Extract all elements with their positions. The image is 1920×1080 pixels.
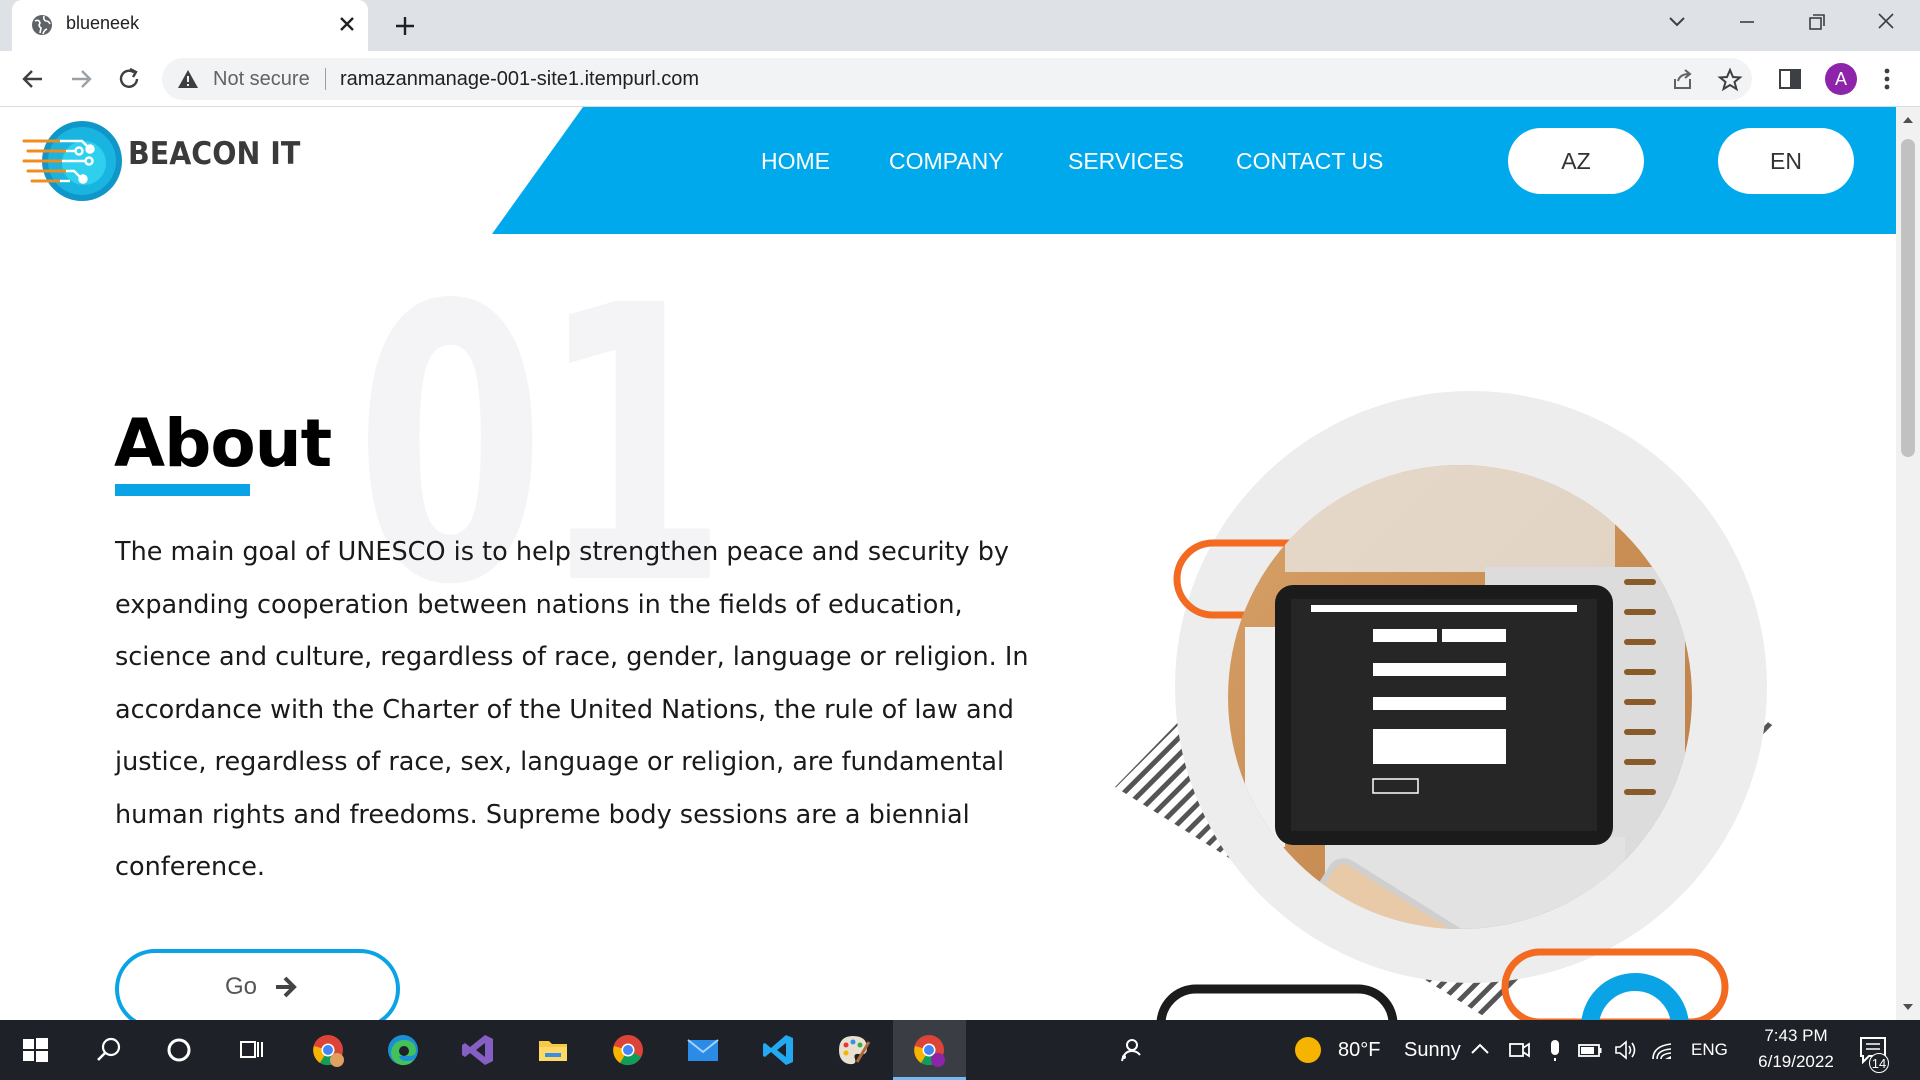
weather-description[interactable]: Sunny xyxy=(1404,1039,1461,1062)
people-icon[interactable] xyxy=(1112,1032,1148,1068)
close-tab-icon[interactable] xyxy=(334,11,360,37)
chrome-active-profile-icon[interactable] xyxy=(911,1032,947,1068)
bookmark-star-icon[interactable] xyxy=(1717,67,1743,93)
microphone-icon[interactable] xyxy=(1541,1032,1569,1068)
tab-strip: blueneek xyxy=(0,0,1920,51)
minimize-icon[interactable] xyxy=(1729,8,1765,36)
cortana-icon[interactable] xyxy=(161,1032,197,1068)
reload-icon[interactable] xyxy=(113,63,145,95)
about-description: The main goal of UNESCO is to help stren… xyxy=(115,537,1029,882)
restore-icon[interactable] xyxy=(1798,8,1834,36)
menu-kebab-icon[interactable] xyxy=(1872,64,1902,94)
notification-count-badge[interactable]: 14 xyxy=(1869,1053,1889,1073)
scroll-up-icon[interactable] xyxy=(1902,115,1914,125)
chrome-profile-icon[interactable] xyxy=(310,1032,346,1068)
nav-home[interactable]: HOME xyxy=(761,148,830,175)
scroll-down-icon[interactable] xyxy=(1902,1002,1914,1012)
omnibox-divider xyxy=(325,68,326,90)
paint-icon[interactable] xyxy=(835,1032,871,1068)
weather-sun-icon[interactable] xyxy=(1290,1032,1326,1068)
chevron-up-icon[interactable] xyxy=(1466,1032,1494,1068)
nav-services[interactable]: SERVICES xyxy=(1068,148,1184,175)
vscode-icon[interactable] xyxy=(760,1032,796,1068)
share-icon[interactable] xyxy=(1670,67,1696,93)
task-view-icon[interactable] xyxy=(233,1032,269,1068)
windows-taskbar: 80°F Sunny ENG 7:43 PM 6/19/2022 14 xyxy=(0,1020,1920,1080)
forward-icon[interactable] xyxy=(65,63,97,95)
beacon-logo-icon[interactable] xyxy=(22,119,126,203)
search-icon[interactable] xyxy=(91,1032,127,1068)
volume-icon[interactable] xyxy=(1612,1032,1640,1068)
battery-icon[interactable] xyxy=(1576,1032,1604,1068)
profile-avatar[interactable]: A xyxy=(1825,63,1857,95)
globe-icon xyxy=(32,15,52,35)
scroll-thumb[interactable] xyxy=(1901,139,1915,457)
wifi-icon[interactable] xyxy=(1649,1032,1677,1068)
go-button[interactable]: Go xyxy=(115,949,400,1020)
close-window-icon[interactable] xyxy=(1868,8,1904,36)
url-text[interactable]: ramazanmanage-001-site1.itempurl.com xyxy=(340,68,699,91)
nav-company[interactable]: COMPANY xyxy=(889,148,1004,175)
security-label[interactable]: Not secure xyxy=(213,68,310,91)
page-scrollbar[interactable] xyxy=(1896,107,1920,1020)
meet-now-icon[interactable] xyxy=(1506,1032,1534,1068)
title-underline xyxy=(115,484,250,496)
clock-time[interactable]: 7:43 PM xyxy=(1754,1026,1838,1046)
browser-toolbar: Not secure ramazanmanage-001-site1.itemp… xyxy=(0,51,1920,107)
mail-icon[interactable] xyxy=(685,1032,721,1068)
chrome-icon[interactable] xyxy=(610,1032,646,1068)
visual-studio-icon[interactable] xyxy=(460,1032,496,1068)
go-button-label: Go xyxy=(225,973,258,1000)
nav-contact-us[interactable]: CONTACT US xyxy=(1236,148,1383,175)
warning-icon[interactable] xyxy=(177,68,199,90)
browser-tab[interactable]: blueneek xyxy=(12,0,368,51)
tab-search-icon[interactable] xyxy=(1659,8,1695,36)
back-icon[interactable] xyxy=(17,63,49,95)
input-language[interactable]: ENG xyxy=(1691,1040,1728,1060)
arrow-right-icon xyxy=(276,976,297,998)
address-bar[interactable]: Not secure ramazanmanage-001-site1.itemp… xyxy=(162,58,1752,100)
clock-date[interactable]: 6/19/2022 xyxy=(1743,1052,1849,1072)
new-tab-icon[interactable] xyxy=(389,11,421,41)
windows-start-icon[interactable] xyxy=(17,1032,53,1068)
about-title: About xyxy=(114,405,332,482)
page-viewport: BEACON IT HOME COMPANY SERVICES CONTACT … xyxy=(0,107,1896,1020)
file-explorer-icon[interactable] xyxy=(535,1032,571,1068)
brand-name[interactable]: BEACON IT xyxy=(128,136,300,172)
language-en-button[interactable]: EN xyxy=(1718,128,1854,194)
tablet-form-illustration xyxy=(1115,391,1775,1020)
side-panel-icon[interactable] xyxy=(1775,64,1805,94)
language-az-button[interactable]: AZ xyxy=(1508,128,1644,194)
tab-title: blueneek xyxy=(66,13,140,33)
weather-temperature[interactable]: 80°F xyxy=(1338,1039,1380,1062)
edge-icon[interactable] xyxy=(385,1032,421,1068)
